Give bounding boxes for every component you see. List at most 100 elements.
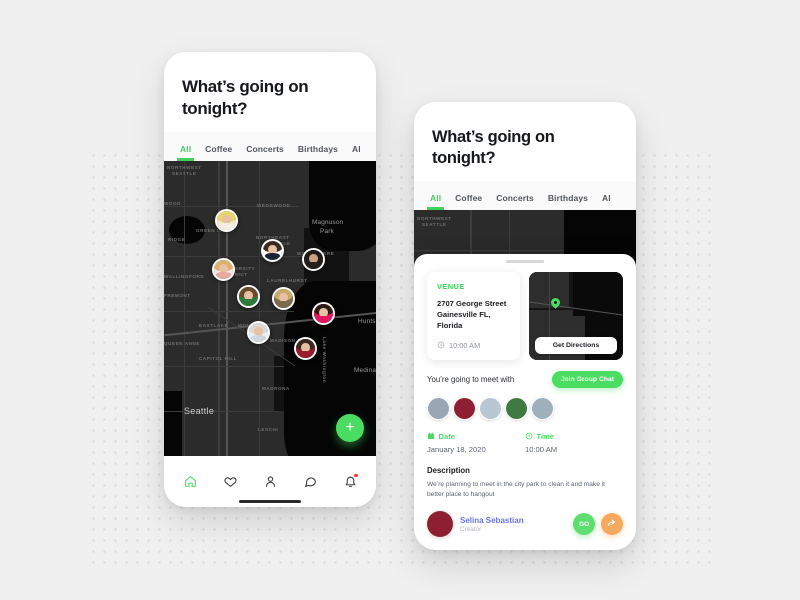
clock-icon — [525, 432, 533, 442]
map-water — [164, 390, 182, 456]
map-label: CAPITOL HILL — [199, 355, 238, 361]
map-label: Magnuson — [312, 218, 344, 226]
map-road — [164, 410, 279, 412]
description-title: Description — [427, 465, 470, 475]
phone-mockup-detail-screen: What’s going on tonight? All Coffee Conc… — [414, 102, 636, 550]
event-map[interactable]: NORTHWEST SEATTLE WEDGWOOD Magnuson Park… — [164, 160, 376, 456]
map-label: SEATTLE — [422, 222, 447, 228]
meet-with-section: You’re going to meet with Join Group Cha… — [427, 370, 623, 388]
creator-role: Creator — [460, 525, 482, 533]
map-label: NORTHWEST — [417, 216, 452, 222]
tab-albums[interactable]: Al — [602, 193, 611, 210]
tab-all[interactable]: All — [426, 193, 445, 211]
map-label: Park — [320, 227, 334, 235]
chat-icon — [304, 475, 317, 488]
venue-mini-map[interactable]: Get Directions — [529, 271, 623, 360]
map-road — [164, 310, 294, 312]
add-event-fab[interactable]: + — [336, 413, 364, 442]
creator-info: Selina Sebastian Creator — [460, 516, 524, 533]
phone-mockup-map-screen: What’s going on tonight? All Coffee Conc… — [164, 52, 376, 507]
map-pin-avatar[interactable] — [247, 320, 270, 344]
get-directions-button[interactable]: Get Directions — [535, 336, 617, 354]
venue-time-value: 10:00 AM — [449, 341, 481, 351]
attendee-avatar[interactable] — [505, 396, 528, 420]
map-pin-avatar[interactable] — [312, 301, 335, 325]
calendar-icon — [427, 432, 435, 442]
tab-birthdays[interactable]: Birthdays — [548, 193, 588, 210]
map-water — [309, 160, 376, 251]
attendee-avatar-row — [427, 396, 623, 420]
map-pin-avatar[interactable] — [272, 286, 295, 310]
app-header-right: What’s going on tonight? — [414, 102, 636, 182]
nav-item-favorites[interactable] — [223, 475, 237, 488]
creator-action-buttons: GO — [573, 513, 623, 536]
meet-with-label: You’re going to meet with — [427, 374, 515, 384]
page-title: What’s going on tonight? — [182, 77, 309, 118]
creator-avatar[interactable] — [427, 511, 453, 538]
venue-address: 2707 George Street Gainesville FL, Flori… — [437, 298, 507, 330]
map-label: LESCHI — [258, 426, 279, 432]
nav-item-messages[interactable] — [304, 475, 317, 488]
time-column: Time 10:00 AM — [525, 432, 623, 454]
tab-albums[interactable]: Al — [352, 144, 361, 161]
person-icon — [264, 475, 277, 488]
map-pin-avatar[interactable] — [302, 247, 325, 271]
map-label: LAURELHURST — [267, 277, 308, 283]
app-header-left: What’s going on tonight? — [164, 52, 376, 132]
tab-concerts[interactable]: Concerts — [246, 144, 284, 161]
map-label: RIDGE — [168, 236, 186, 242]
attendee-avatar[interactable] — [531, 396, 554, 420]
share-button[interactable] — [601, 513, 623, 536]
map-label: MADRONA — [262, 385, 290, 391]
tab-birthdays[interactable]: Birthdays — [298, 144, 338, 161]
map-road — [164, 255, 314, 257]
map-label: Lake Washington — [322, 336, 327, 383]
map-pin-avatar[interactable] — [212, 257, 235, 281]
tab-coffee[interactable]: Coffee — [455, 193, 482, 210]
time-value: 10:00 AM — [525, 444, 558, 454]
category-tab-bar-right[interactable]: All Coffee Concerts Birthdays Al — [414, 181, 636, 211]
sheet-drag-handle[interactable] — [506, 260, 544, 263]
map-road — [414, 250, 564, 252]
map-label: WOOD — [164, 200, 181, 206]
attendee-avatar[interactable] — [427, 396, 450, 420]
event-detail-sheet: VENUE 2707 George Street Gainesville FL,… — [414, 254, 636, 550]
nav-item-notifications[interactable] — [344, 473, 358, 488]
date-time-section: Date January 18, 2020 Time 10:00 AM — [427, 432, 623, 454]
map-road — [164, 365, 284, 367]
time-header: Time — [525, 432, 623, 442]
venue-info-card: VENUE 2707 George Street Gainesville FL,… — [427, 271, 520, 360]
attendee-avatar[interactable] — [479, 396, 502, 420]
home-indicator — [239, 500, 301, 503]
date-value: January 18, 2020 — [427, 444, 486, 454]
nav-item-home[interactable] — [184, 475, 197, 488]
map-label: Hunts — [358, 317, 376, 325]
heart-icon — [223, 475, 237, 488]
plus-icon: + — [345, 418, 355, 436]
map-label: NORTHWEST — [167, 164, 202, 170]
home-icon — [184, 475, 197, 488]
tab-coffee[interactable]: Coffee — [205, 144, 232, 161]
map-label: FREMONT — [164, 292, 191, 298]
tab-all[interactable]: All — [176, 144, 195, 161]
map-label: QUEEN ANNE — [164, 340, 200, 346]
map-label: WEDGWOOD — [257, 202, 291, 208]
date-column: Date January 18, 2020 — [427, 432, 525, 454]
map-pin-avatar[interactable] — [215, 208, 238, 232]
map-pin-avatar[interactable] — [261, 238, 284, 262]
venue-time-row: 10:00 AM — [437, 341, 510, 351]
creator-name: Selina Sebastian — [460, 515, 524, 525]
go-button[interactable]: GO — [573, 513, 595, 536]
tab-concerts[interactable]: Concerts — [496, 193, 534, 210]
map-pin-avatar[interactable] — [294, 336, 317, 360]
category-tab-bar-left[interactable]: All Coffee Concerts Birthdays Al — [164, 131, 376, 161]
map-pin-avatar[interactable] — [237, 284, 260, 308]
join-group-chat-button[interactable]: Join Group Chat — [551, 370, 623, 388]
page-title: What’s going on tonight? — [432, 128, 555, 168]
nav-item-profile[interactable] — [264, 475, 277, 488]
map-label: SEATTLE — [172, 170, 197, 176]
map-label: WALLINGFORD — [164, 273, 205, 279]
attendee-avatar[interactable] — [453, 396, 476, 420]
clock-icon — [437, 341, 445, 351]
share-arrow-icon — [607, 518, 617, 530]
